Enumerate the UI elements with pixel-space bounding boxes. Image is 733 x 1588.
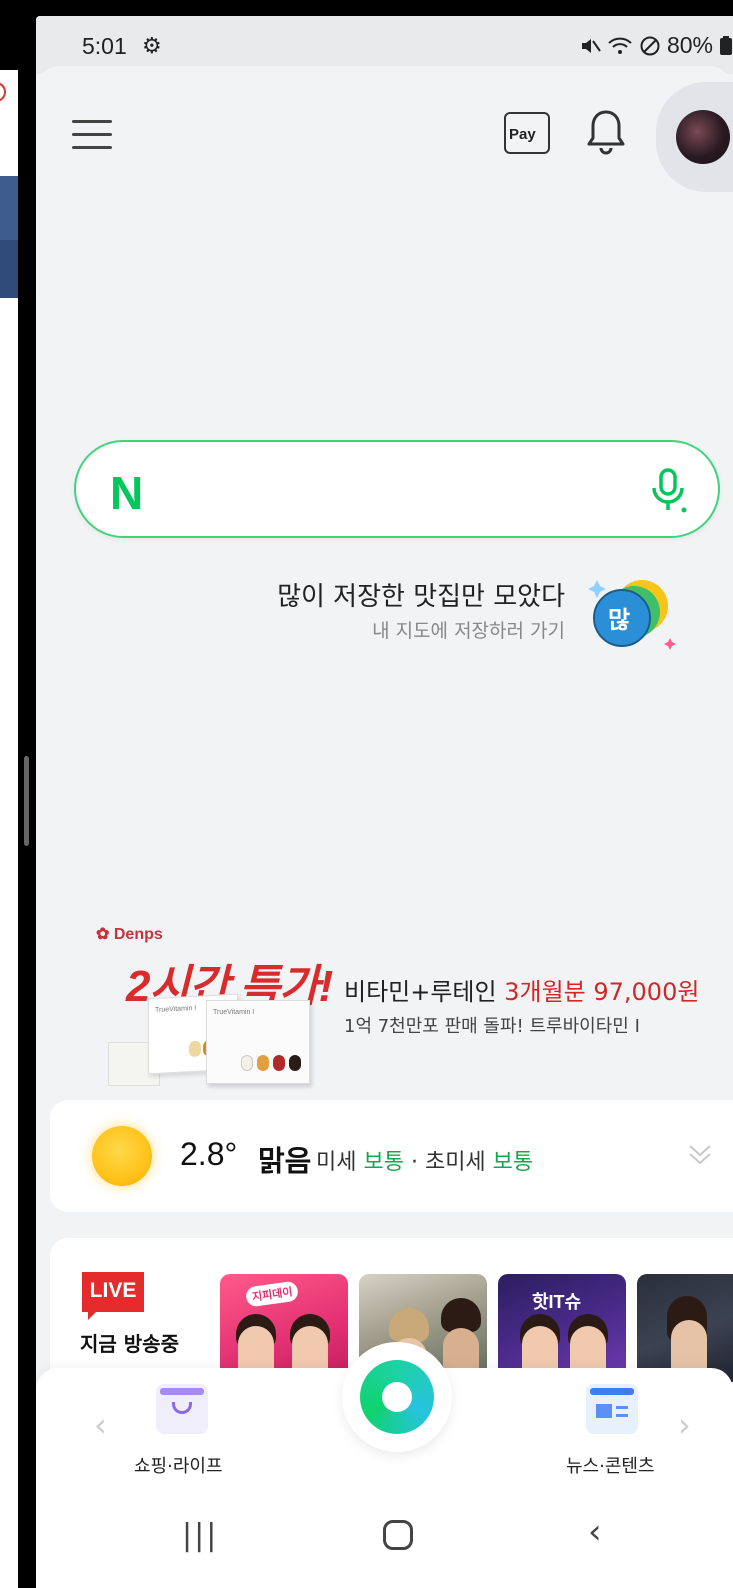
profile-area[interactable] [656, 82, 733, 192]
air-quality: 미세 보통 · 초미세 보통 [316, 1150, 534, 1175]
shopping-icon[interactable] [156, 1384, 208, 1434]
system-nav-bar: ||| ‹ [36, 1500, 733, 1588]
bottom-nav: ‹ 쇼핑·라이프 뉴스·콘텐츠 › [36, 1342, 733, 1500]
ad-line2[interactable]: 1억 7천만포 판매 돌파! 트루바이타민 I [344, 1012, 640, 1038]
mic-icon[interactable] [648, 466, 688, 516]
live-thumbnail[interactable]: 핫IT슈 [498, 1274, 626, 1382]
bell-icon[interactable] [584, 108, 628, 156]
ad-line1[interactable]: 비타민+루테인 3개월분 97,000원 [344, 972, 699, 1007]
gear-icon: ⚙ [142, 34, 162, 59]
green-dot-button[interactable] [342, 1342, 452, 1452]
promo-badge-text: 많 [608, 606, 630, 634]
wifi-icon [608, 37, 632, 54]
dust-value: 보통 [363, 1150, 404, 1175]
back-icon[interactable]: ‹ [588, 1512, 602, 1552]
left-split-app-lower [0, 690, 18, 1588]
left-split-app[interactable] [0, 70, 18, 690]
promo-title[interactable]: 많이 저장한 맛집만 모았다 [277, 576, 565, 613]
tab-news-contents[interactable]: 뉴스·콘텐츠 [566, 1452, 655, 1478]
live-thumbnail[interactable] [637, 1274, 733, 1382]
pay-icon[interactable]: Pay [504, 112, 550, 154]
weather-condition: 맑음 [258, 1144, 312, 1178]
chevron-right-icon[interactable]: › [678, 1406, 691, 1444]
ad-brand[interactable]: ✿ Denps [96, 924, 163, 944]
live-label[interactable]: 지금 방송중 [80, 1328, 179, 1357]
ultrafine-dust-value: 보통 [492, 1150, 534, 1175]
promo-badge-icon[interactable]: 많 [586, 572, 676, 662]
ad-product-box-front: TrueVitamin I [206, 1000, 310, 1084]
promo-subtitle[interactable]: 내 지도에 저장하러 가기 [372, 616, 565, 643]
search-input[interactable]: N [74, 440, 720, 538]
weather-card[interactable]: 2.8° 맑음 미세 보통 · 초미세 보통 [50, 1100, 733, 1212]
battery-percent: 80% [666, 32, 713, 58]
avatar[interactable] [676, 110, 730, 164]
thumbnail-caption: 지피데이 [244, 1280, 300, 1308]
menu-icon[interactable] [72, 120, 112, 150]
screen: 5:01 ⚙ 80% Pay N 많이 저장한 맛집만 모았다 내 지도에 저장… [0, 0, 733, 1588]
mute-icon [581, 38, 601, 53]
tab-shopping-life[interactable]: 쇼핑·라이프 [134, 1452, 223, 1478]
dnd-icon [640, 36, 660, 55]
thumbnail-caption: 핫IT슈 [532, 1292, 582, 1312]
recent-apps-icon[interactable]: ||| [182, 1518, 218, 1553]
home-icon[interactable] [383, 1520, 413, 1550]
chevron-left-icon[interactable]: ‹ [94, 1406, 107, 1444]
left-app-banner-dark [0, 240, 18, 298]
chevron-down-icon[interactable] [686, 1140, 714, 1168]
news-icon[interactable] [586, 1384, 638, 1434]
sun-icon [92, 1126, 152, 1186]
naver-logo: N [110, 467, 144, 519]
split-screen-handle[interactable] [24, 756, 29, 846]
weather-temp: 2.8° [180, 1136, 238, 1172]
app-header: Pay [36, 66, 733, 192]
status-time: 5:01 [82, 33, 127, 59]
left-app-banner [0, 176, 18, 240]
status-icons: 80% [579, 32, 733, 59]
battery-icon [720, 35, 732, 55]
left-app-circle-icon [0, 82, 6, 102]
ad-price: 3개월분 97,000원 [504, 978, 700, 1006]
live-badge: LIVE [82, 1272, 144, 1320]
live-thumbnail[interactable]: 지피데이 [220, 1274, 348, 1382]
naver-app-window: 5:01 ⚙ 80% Pay N 많이 저장한 맛집만 모았다 내 지도에 저장… [36, 16, 733, 1588]
pay-label: Pay [509, 126, 536, 143]
